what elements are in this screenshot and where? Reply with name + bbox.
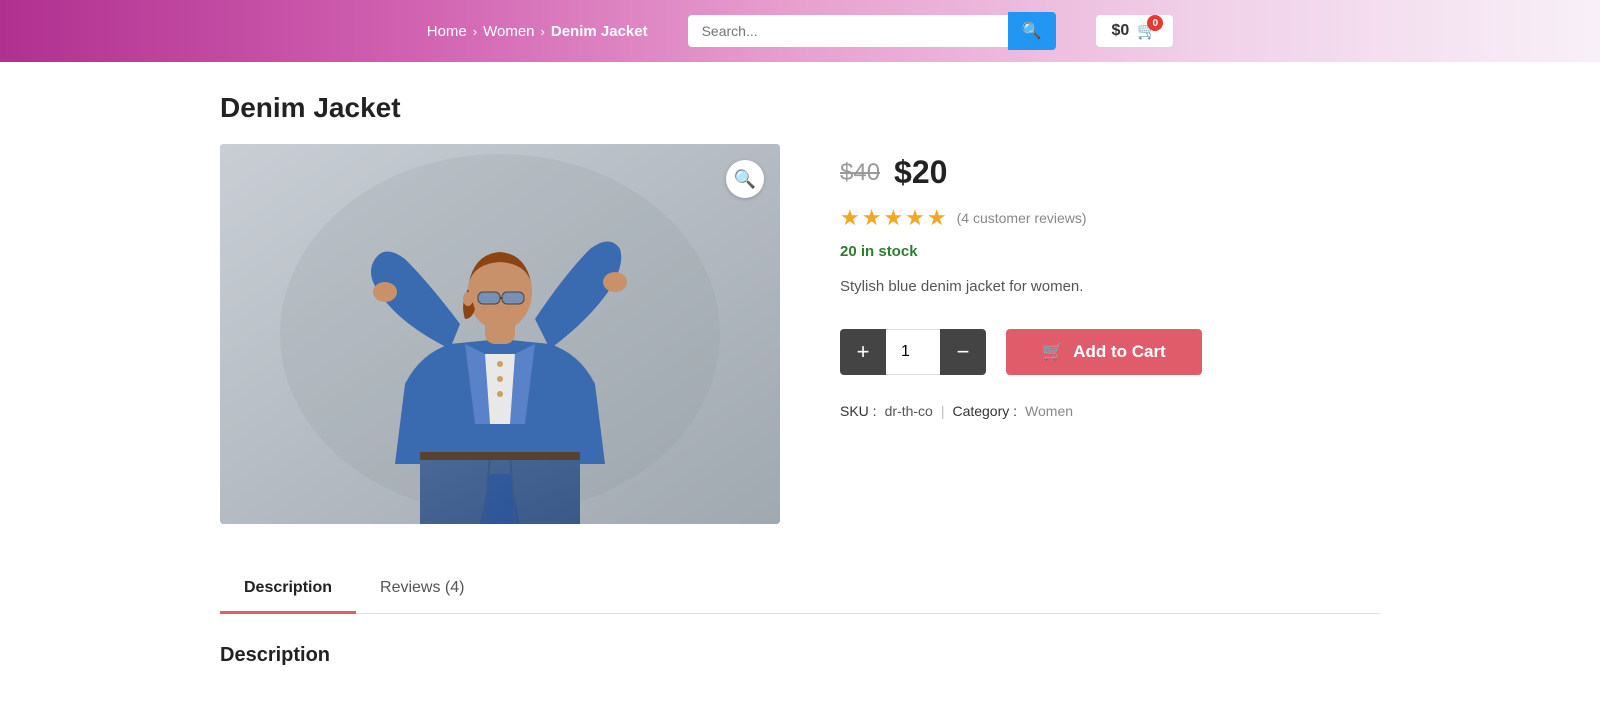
zoom-button[interactable]: 🔍 (726, 160, 764, 198)
tabs-section: Description Reviews (4) (220, 564, 1380, 614)
breadcrumb-sep-2: › (541, 24, 545, 39)
cart-btn-icon: 🛒 (1042, 342, 1063, 362)
product-description: Stylish blue denim jacket for women. (840, 276, 1380, 299)
search-input[interactable] (688, 15, 1008, 47)
tab-reviews[interactable]: Reviews (4) (356, 565, 488, 614)
stock-status: 20 in stock (840, 243, 1380, 260)
page-content: Denim Jacket (200, 62, 1400, 717)
quantity-decrease-button[interactable]: − (940, 329, 986, 375)
header: Home › Women › Denim Jacket 🔍 $0 🛒 0 (0, 0, 1600, 62)
product-title: Denim Jacket (220, 92, 1380, 124)
meta-separator: | (941, 403, 945, 419)
tab-content: Description (220, 614, 1380, 687)
zoom-icon: 🔍 (734, 169, 756, 190)
tab-description[interactable]: Description (220, 565, 356, 614)
product-image-wrap: 🔍 (220, 144, 780, 524)
tabs: Description Reviews (4) (220, 564, 1380, 613)
price-current: $20 (894, 154, 947, 191)
search-button[interactable]: 🔍 (1008, 12, 1056, 50)
product-meta: SKU : dr-th-co | Category : Women (840, 403, 1380, 419)
cart-area[interactable]: $0 🛒 0 (1096, 15, 1174, 47)
tab-content-title: Description (220, 644, 1380, 667)
category-label: Category : (952, 403, 1017, 419)
qty-cart-wrap: + − 🛒 Add to Cart (840, 329, 1380, 375)
breadcrumb-home[interactable]: Home (427, 23, 467, 40)
star-rating: ★★★★★ (840, 205, 949, 231)
sku-value: dr-th-co (885, 403, 933, 419)
quantity-increase-button[interactable]: + (840, 329, 886, 375)
product-image-svg (220, 144, 780, 524)
cart-icon-wrap: 🛒 0 (1137, 21, 1157, 41)
add-to-cart-label: Add to Cart (1073, 342, 1166, 362)
breadcrumb: Home › Women › Denim Jacket (427, 23, 648, 40)
breadcrumb-current: Denim Jacket (551, 23, 648, 40)
price-wrap: $40 $20 (840, 154, 1380, 191)
cart-badge: 0 (1147, 15, 1163, 31)
breadcrumb-sep-1: › (473, 24, 477, 39)
cart-price: $0 (1112, 22, 1130, 40)
review-count: (4 customer reviews) (957, 210, 1087, 226)
category-value[interactable]: Women (1025, 403, 1073, 419)
quantity-input[interactable] (886, 329, 940, 375)
breadcrumb-women[interactable]: Women (483, 23, 534, 40)
stars-wrap: ★★★★★ (4 customer reviews) (840, 205, 1380, 231)
search-icon: 🔍 (1022, 23, 1042, 40)
product-layout: 🔍 $40 $20 ★★★★★ (4 customer reviews) 20 … (220, 144, 1380, 524)
product-image (220, 144, 780, 524)
sku-label: SKU : (840, 403, 877, 419)
price-original: $40 (840, 159, 880, 187)
product-details: $40 $20 ★★★★★ (4 customer reviews) 20 in… (840, 144, 1380, 419)
add-to-cart-button[interactable]: 🛒 Add to Cart (1006, 329, 1202, 375)
search-area: 🔍 (688, 12, 1056, 50)
